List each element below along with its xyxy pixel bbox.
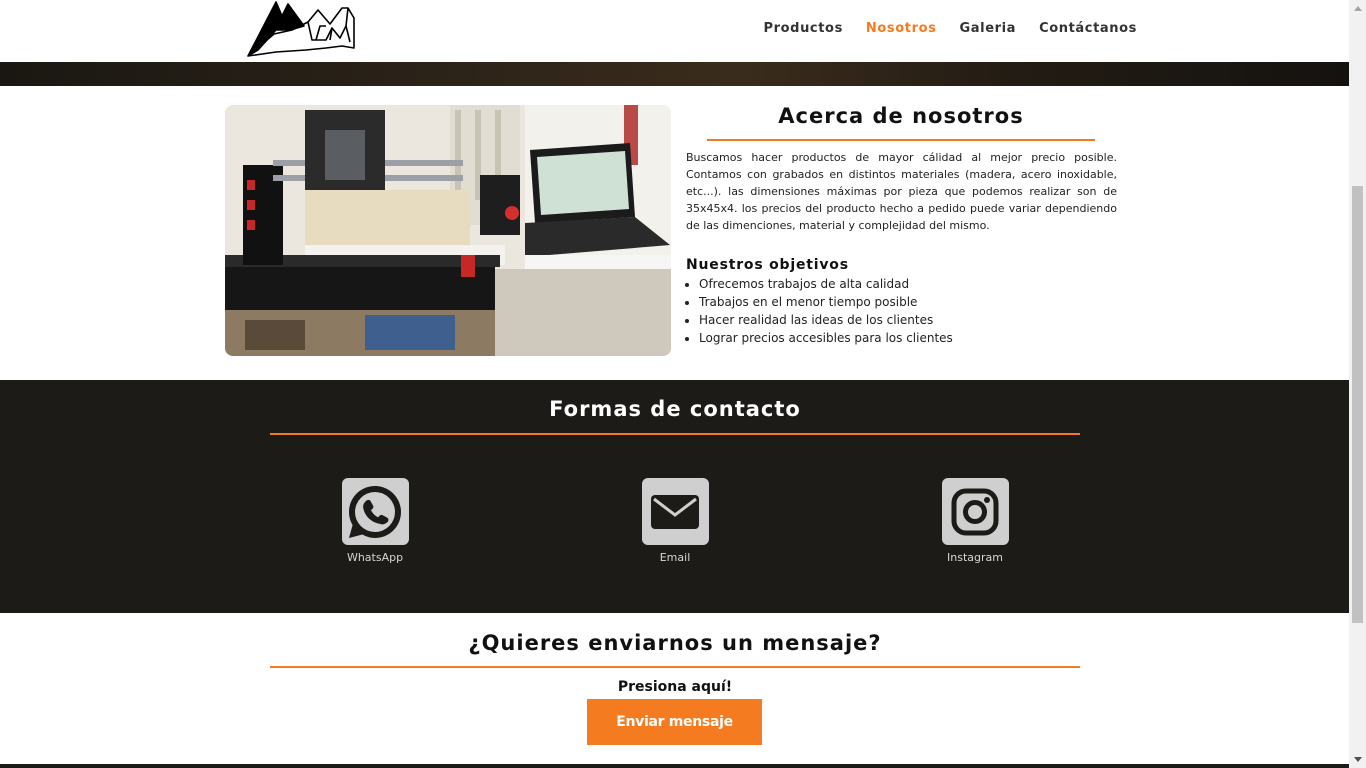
instagram-label: Instagram (947, 551, 1003, 564)
contact-title: Formas de contacto (549, 397, 801, 421)
hero-banner (0, 62, 1349, 86)
cnc-machine-image (225, 105, 671, 356)
workshop-photo (225, 105, 671, 356)
objectives-list: Ofrecemos trabajos de alta calidad Traba… (699, 275, 953, 347)
objective-item: Trabajos en el menor tiempo posible (699, 293, 953, 311)
nav-item-galeria[interactable]: Galeria (960, 21, 1017, 36)
footer (0, 764, 1349, 768)
scrollbar-thumb[interactable] (1352, 186, 1363, 623)
message-hint: Presiona aquí! (617, 679, 733, 695)
scroll-up-arrow-icon[interactable] (1349, 0, 1366, 17)
main-nav: Productos Nosotros Galeria Contáctanos (764, 21, 1138, 36)
contact-divider (270, 433, 1080, 435)
contact-section: Formas de contacto WhatsApp Email Instag… (0, 380, 1349, 613)
logo-mark (247, 1, 355, 57)
whatsapp-label: WhatsApp (346, 551, 404, 564)
about-title: Acerca de nosotros (778, 104, 1024, 128)
objective-item: Lograr precios accesibles para los clien… (699, 329, 953, 347)
email-icon (641, 478, 709, 545)
page-scrollbar[interactable] (1349, 0, 1366, 768)
email-link[interactable]: Email (615, 478, 735, 564)
objective-item: Hacer realidad las ideas de los clientes (699, 311, 953, 329)
objectives-title: Nuestros objetivos (686, 257, 849, 273)
nav-item-contactanos[interactable]: Contáctanos (1039, 21, 1137, 36)
instagram-icon (941, 478, 1009, 545)
page: Productos Nosotros Galeria Contáctanos A… (0, 0, 1349, 768)
site-logo[interactable] (246, 0, 356, 58)
email-label: Email (659, 551, 691, 564)
about-description: Buscamos hacer productos de mayor cálida… (686, 151, 1117, 232)
nav-item-productos[interactable]: Productos (764, 21, 843, 36)
whatsapp-link[interactable]: WhatsApp (315, 478, 435, 564)
about-divider (707, 139, 1095, 141)
site-header: Productos Nosotros Galeria Contáctanos (0, 0, 1349, 62)
nav-item-nosotros[interactable]: Nosotros (866, 21, 937, 36)
instagram-link[interactable]: Instagram (915, 478, 1035, 564)
message-divider (270, 666, 1080, 668)
objective-item: Ofrecemos trabajos de alta calidad (699, 275, 953, 293)
send-message-button[interactable]: Enviar mensaje (587, 699, 762, 745)
message-title: ¿Quieres enviarnos un mensaje? (468, 631, 882, 655)
whatsapp-icon (341, 478, 409, 545)
scroll-down-arrow-icon[interactable] (1349, 751, 1366, 768)
